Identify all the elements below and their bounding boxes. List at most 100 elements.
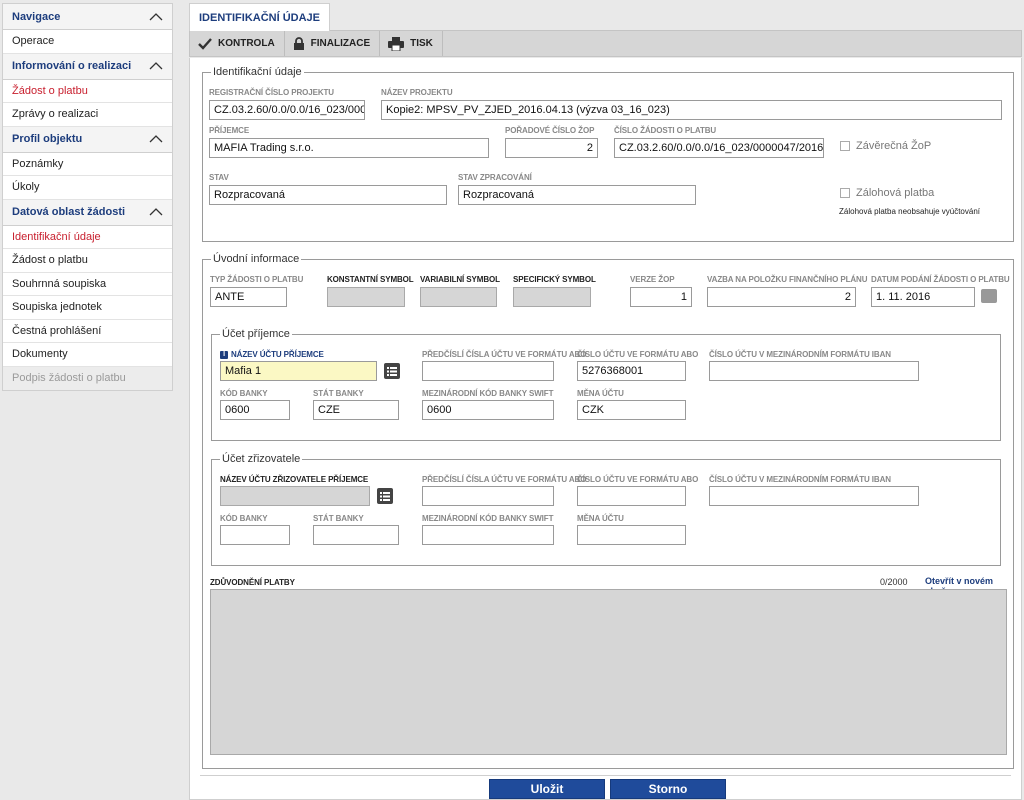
request-type-field[interactable]: ANTE: [210, 287, 287, 307]
sidebar-item-zadost-o-platbu[interactable]: Žádost o platbu: [3, 80, 172, 103]
request-number-label: Číslo žádosti o platbu: [614, 126, 717, 135]
account-number-field[interactable]: 5276368001: [577, 361, 686, 381]
final-checkbox[interactable]: Závěrečná ŽoP: [840, 140, 931, 152]
sidebar-item-poznamky[interactable]: Poznámky: [3, 153, 172, 176]
ident-fieldset: Identifikační údaje Registrační číslo pr…: [202, 66, 1014, 242]
sidebar-item-zpravy-o-realizaci[interactable]: Zprávy o realizaci: [3, 103, 172, 127]
founder-currency-label: Měna účtu: [577, 514, 624, 523]
sidebar-item-identifikacni-udaje[interactable]: Identifikační údaje: [3, 226, 172, 249]
order-number-label: Pořadové číslo ŽoP: [505, 126, 595, 135]
sidebar-item-cestna-prohlaseni[interactable]: Čestná prohlášení: [3, 320, 172, 343]
state-label: Stav: [209, 173, 229, 182]
founder-prefix-label: Předčíslí čísla účtu ve formátu ABO: [422, 475, 587, 484]
version-field[interactable]: 1: [630, 287, 692, 307]
tab-identifikacni-udaje[interactable]: IDENTIFIKAČNÍ ÚDAJE: [189, 3, 331, 31]
footer-divider: [200, 775, 1011, 776]
state-field[interactable]: Rozpracovaná: [209, 185, 447, 205]
justification-label: Zdůvodnění platby: [210, 578, 295, 587]
founder-account-legend: Účet zřizovatele: [220, 453, 303, 466]
iban-field[interactable]: [709, 361, 919, 381]
founder-name-label: Název účtu zřizovatele příjemce: [220, 475, 369, 484]
checkbox-box[interactable]: [840, 188, 850, 198]
sidebar-item-zadost-o-platbu-2[interactable]: Žádost o platbu: [3, 249, 172, 273]
justification-textarea[interactable]: [210, 589, 1007, 755]
check-button[interactable]: KONTROLA: [190, 31, 285, 56]
ident-legend: Identifikační údaje: [211, 66, 304, 79]
swift-field[interactable]: 0600: [422, 400, 554, 420]
variable-symbol-label: Variabilní symbol: [420, 275, 500, 284]
advance-checkbox-label: Zálohová platba: [856, 187, 935, 199]
intro-fieldset: Úvodní informace Typ žádosti o platbu AN…: [202, 253, 1014, 769]
account-name-field[interactable]: Mafia 1: [220, 361, 377, 381]
order-number-field[interactable]: 2: [505, 138, 598, 158]
founder-number-label: Číslo účtu ve formátu ABO: [577, 475, 699, 484]
founder-currency-field[interactable]: [577, 525, 686, 545]
founder-number-field[interactable]: [577, 486, 686, 506]
swift-label: Mezinárodní kód banky SWIFT: [422, 389, 554, 398]
specific-symbol-field: [513, 287, 591, 307]
reg-number-field[interactable]: CZ.03.2.60/0.0/0.0/16_023/0000: [209, 100, 365, 120]
tab-bar: IDENTIFIKAČNÍ ÚDAJE: [189, 3, 1022, 31]
sidebar-item-souhrnna-soupiska[interactable]: Souhrnná soupiska: [3, 273, 172, 296]
plan-link-field[interactable]: 2: [707, 287, 856, 307]
recipient-label: Příjemce: [209, 126, 250, 135]
bank-country-field[interactable]: CZE: [313, 400, 399, 420]
recipient-account-legend: Účet příjemce: [220, 328, 292, 341]
request-type-label: Typ žádosti o platbu: [210, 275, 304, 284]
sidebar-item-soupiska-jednotek[interactable]: Soupiska jednotek: [3, 296, 172, 320]
founder-bank-field[interactable]: [220, 525, 290, 545]
printer-icon: [388, 36, 405, 51]
bank-code-field[interactable]: 0600: [220, 400, 290, 420]
currency-field[interactable]: CZK: [577, 400, 686, 420]
project-name-label: Název projektu: [381, 88, 453, 97]
justification-counter: 0/2000: [880, 577, 908, 587]
list-icon: [387, 366, 397, 376]
advance-checkbox[interactable]: Zálohová platba: [840, 187, 934, 199]
prefix-label: Předčíslí čísla účtu ve formátu ABO: [422, 350, 587, 359]
print-button[interactable]: TISK: [380, 31, 443, 56]
founder-iban-label: Číslo účtu v mezinárodním formátu IBAN: [709, 475, 891, 484]
page: Navigace Operace Informování o realizaci…: [0, 0, 1024, 800]
request-number-field[interactable]: CZ.03.2.60/0.0/0.0/16_023/0000047/2016/0…: [614, 138, 824, 158]
sidebar-section-profil-objektu[interactable]: Profil objektu: [3, 126, 172, 153]
submit-date-field[interactable]: 1. 11. 2016: [871, 287, 975, 307]
version-label: Verze ŽoP: [630, 275, 675, 284]
recipient-field[interactable]: MAFIA Trading s.r.o.: [209, 138, 489, 158]
sidebar-section-title: Informování o realizaci: [12, 60, 132, 72]
toolbar: KONTROLA FINALIZACE TISK: [189, 30, 1022, 57]
founder-iban-field[interactable]: [709, 486, 919, 506]
sidebar-item-operace[interactable]: Operace: [3, 30, 172, 54]
sidebar-section-navigace[interactable]: Navigace: [3, 4, 172, 30]
processing-state-label: Stav zpracování: [458, 173, 532, 182]
list-icon: [380, 491, 390, 501]
sidebar-item-ukoly[interactable]: Úkoly: [3, 176, 172, 200]
checkmark-icon: [198, 37, 212, 50]
main-panel: IDENTIFIKAČNÍ ÚDAJE KONTROLA FINALIZACE …: [189, 3, 1022, 800]
info-icon: i: [220, 350, 228, 359]
founder-swift-field[interactable]: [422, 525, 554, 545]
finalize-label: FINALIZACE: [310, 38, 371, 49]
sidebar-section-informovani[interactable]: Informování o realizaci: [3, 53, 172, 80]
list-select-icon[interactable]: [377, 488, 393, 504]
sidebar: Navigace Operace Informování o realizaci…: [2, 3, 173, 391]
list-select-icon[interactable]: [384, 363, 400, 379]
project-name-field[interactable]: Kopie2: MPSV_PV_ZJED_2016.04.13 (výzva 0…: [381, 100, 1002, 120]
finalize-button[interactable]: FINALIZACE: [285, 31, 381, 56]
calendar-icon[interactable]: [981, 289, 997, 303]
founder-prefix-field[interactable]: [422, 486, 554, 506]
prefix-field[interactable]: [422, 361, 554, 381]
founder-country-field[interactable]: [313, 525, 399, 545]
sidebar-section-datova-oblast[interactable]: Datová oblast žádosti: [3, 199, 172, 226]
plan-link-label: Vazba na položku finančního plánu: [707, 275, 868, 284]
founder-account-fieldset: Účet zřizovatele Název účtu zřizovatele …: [211, 453, 1001, 566]
founder-swift-label: Mezinárodní kód banky SWIFT: [422, 514, 554, 523]
account-name-label-text: Název účtu příjemce: [231, 350, 324, 359]
sidebar-item-dokumenty[interactable]: Dokumenty: [3, 343, 172, 367]
cancel-button[interactable]: Storno: [610, 779, 726, 799]
constant-symbol-field: [327, 287, 405, 307]
checkbox-box[interactable]: [840, 141, 850, 151]
save-button[interactable]: Uložit: [489, 779, 605, 799]
processing-state-field[interactable]: Rozpracovaná: [458, 185, 696, 205]
form-content: Identifikační údaje Registrační číslo pr…: [189, 58, 1022, 800]
founder-country-label: Stát banky: [313, 514, 364, 523]
